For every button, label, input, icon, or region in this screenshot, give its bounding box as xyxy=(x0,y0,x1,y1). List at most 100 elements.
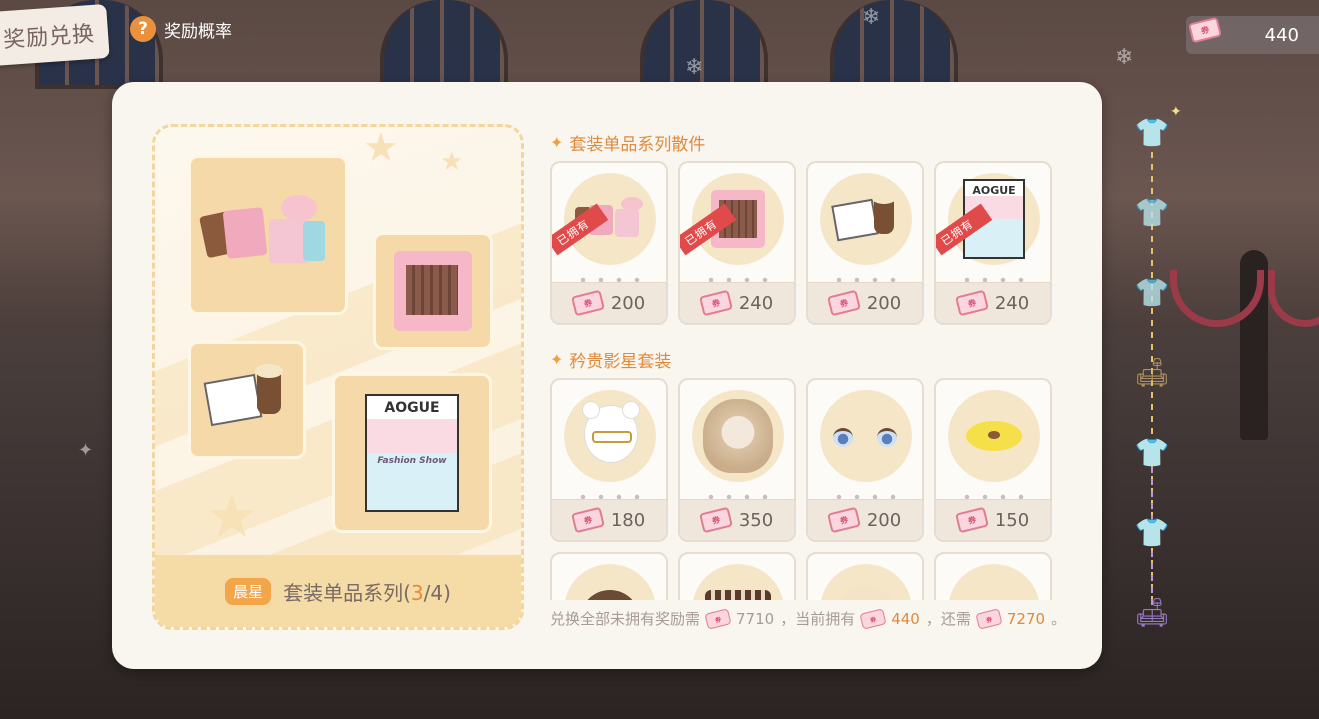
tshirt-icon[interactable]: 👕 xyxy=(1132,436,1172,469)
hat-icon xyxy=(580,590,640,600)
tshirt-icon[interactable]: 👕 xyxy=(1132,276,1172,309)
item-price: 150 xyxy=(994,509,1030,531)
reward-probability-button[interactable]: ? 奖励概率 xyxy=(130,16,232,42)
item-image xyxy=(820,390,912,482)
set-total-count: 4 xyxy=(430,580,444,605)
ticket-icon: 券 xyxy=(1188,16,1222,44)
price-bar: 券 200 xyxy=(808,499,922,540)
set-close: ) xyxy=(443,580,451,605)
armchair-icon[interactable]: 🛋 xyxy=(1132,356,1172,389)
star-icon: ★ xyxy=(440,147,464,177)
summary-have: 440 xyxy=(891,609,920,628)
magazine-coffee-icon xyxy=(831,192,898,244)
reward-probability-label: 奖励概率 xyxy=(164,21,232,42)
magazine-subtitle: Fashion Show xyxy=(377,456,447,466)
price-bar: 券 350 xyxy=(680,499,794,540)
price-bar: 券 200 xyxy=(808,282,922,323)
item-price: 240 xyxy=(738,292,774,314)
item-card[interactable]: 已拥有 券 240 xyxy=(678,161,796,325)
snowflake-icon: ❄ xyxy=(685,55,704,80)
item-card[interactable]: 已拥有 券 200 xyxy=(550,161,668,325)
section-title-outfit: ✦ 矜贵影星套装 xyxy=(550,347,671,372)
bear-mask-icon xyxy=(578,401,642,471)
summary-remain: 7270 xyxy=(1006,609,1046,628)
duck-face-icon xyxy=(966,421,1022,451)
star-icon: ★ xyxy=(205,482,259,552)
summary-mid: ，当前拥有 xyxy=(780,610,856,628)
sparkle-icon: ✦ xyxy=(78,440,94,461)
item-image xyxy=(564,564,656,600)
summary-need: 7710 xyxy=(736,609,775,628)
snowflake-icon: ❄ xyxy=(862,5,881,30)
currency-display: 券 440 xyxy=(1186,16,1319,54)
armchair-icon[interactable]: 🛋 xyxy=(1132,596,1172,629)
background-window xyxy=(380,0,508,89)
tshirt-icon[interactable]: 👕 xyxy=(1132,516,1172,549)
preview-tile-magazine-coffee[interactable] xyxy=(188,341,306,459)
preview-tile-bags[interactable] xyxy=(188,155,348,315)
item-image xyxy=(692,564,784,600)
ticket-icon: 券 xyxy=(698,289,733,317)
ticket-icon: 券 xyxy=(826,506,861,534)
ticket-icon: 券 xyxy=(698,506,733,534)
item-image xyxy=(820,564,912,600)
sparkle-icon: ✦ xyxy=(1170,104,1182,120)
magazine-title: AOGUE xyxy=(384,400,440,416)
background-window xyxy=(640,0,768,89)
item-price: 200 xyxy=(866,509,902,531)
tshirt-icon[interactable]: 👕 xyxy=(1132,196,1172,229)
outfit-grid: 券 180 券 350 券 200 券 150 xyxy=(550,378,1052,600)
summary-prefix: 兑换全部未拥有奖励需 xyxy=(550,610,701,628)
set-progress: 套装单品系列(3/4) xyxy=(283,577,451,606)
ticket-icon: 券 xyxy=(954,289,989,317)
set-name: 套装单品系列( xyxy=(283,580,411,605)
item-card[interactable]: 券 200 xyxy=(806,378,924,542)
item-card[interactable]: AOGUE 已拥有 券 240 xyxy=(934,161,1052,325)
exchange-summary: 兑换全部未拥有奖励需 券 7710 ，当前拥有 券 440 ，还需 券 7270… xyxy=(550,607,1067,630)
page-title-tab: 奖励兑换 xyxy=(0,3,110,67)
star-icon: ★ xyxy=(363,125,399,171)
ticket-icon: 券 xyxy=(975,607,1003,630)
item-card[interactable]: 券 180 xyxy=(550,378,668,542)
shopping-bags-icon xyxy=(199,195,333,275)
item-card[interactable] xyxy=(678,552,796,600)
ticket-icon: 券 xyxy=(954,506,989,534)
item-price: 200 xyxy=(610,292,646,314)
ticket-icon: 券 xyxy=(570,506,605,534)
set-preview: ★ ★ ★ AOGUE Fashion Show 晨星 套装单品系列(3/4) xyxy=(152,124,524,630)
item-card[interactable]: 券 350 xyxy=(678,378,796,542)
item-image xyxy=(692,390,784,482)
outfit-scroll-area[interactable]: 券 180 券 350 券 200 券 150 xyxy=(550,378,1070,600)
item-image xyxy=(948,390,1040,482)
wardrobe-box-icon xyxy=(394,251,472,331)
ticket-icon: 券 xyxy=(859,607,887,630)
exchange-panel: ★ ★ ★ AOGUE Fashion Show 晨星 套装单品系列(3/4) … xyxy=(112,82,1102,669)
preview-tile-magazine[interactable]: AOGUE Fashion Show xyxy=(332,373,492,533)
items-grid: 已拥有 券 200 已拥有 券 240 券 200 AOGUE 已拥有 券 24… xyxy=(550,161,1052,325)
set-owned-count: 3 xyxy=(410,580,424,605)
section-title-text: 套装单品系列散件 xyxy=(569,135,706,155)
price-bar: 券 240 xyxy=(680,282,794,323)
section-title-items: ✦ 套装单品系列散件 xyxy=(550,130,705,155)
sparkle-icon: ✦ xyxy=(550,350,564,369)
item-card[interactable]: 券 150 xyxy=(934,378,1052,542)
item-card[interactable] xyxy=(550,552,668,600)
item-price: 240 xyxy=(994,292,1030,314)
snowflake-icon: ❄ xyxy=(1115,45,1134,70)
tshirt-icon[interactable]: 👕 xyxy=(1132,116,1172,149)
ticket-icon: 券 xyxy=(704,607,732,630)
currency-value: 440 xyxy=(1264,24,1299,46)
item-card[interactable]: 券 200 xyxy=(806,161,924,325)
price-bar: 券 200 xyxy=(552,282,666,323)
item-card[interactable] xyxy=(806,552,924,600)
preview-tile-wardrobe[interactable] xyxy=(373,232,493,350)
item-image xyxy=(948,564,1040,600)
magazine-icon: AOGUE Fashion Show xyxy=(365,394,459,512)
question-icon: ? xyxy=(130,16,156,42)
price-bar: 券 240 xyxy=(936,282,1050,323)
magazine-title: AOGUE xyxy=(972,184,1016,197)
item-price: 200 xyxy=(866,292,902,314)
summary-suffix: 。 xyxy=(1051,610,1067,628)
item-card[interactable] xyxy=(934,552,1052,600)
drum-hat-icon xyxy=(705,590,771,600)
